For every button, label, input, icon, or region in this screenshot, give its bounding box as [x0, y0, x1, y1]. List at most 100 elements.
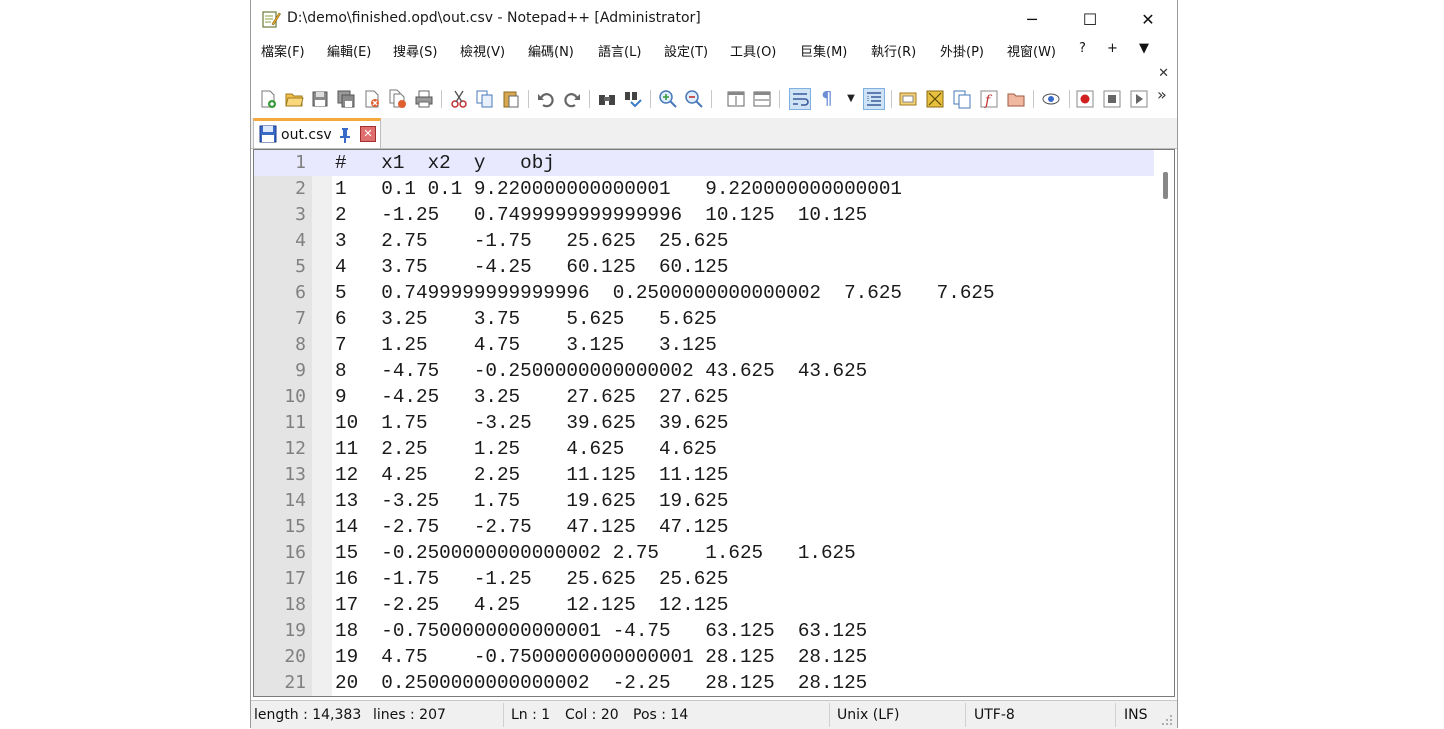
scrollbar-thumb[interactable] [1163, 172, 1168, 199]
show-all-characters-icon[interactable]: ¶ [817, 89, 837, 109]
line-text[interactable]: 9 -4.25 3.25 27.625 27.625 [335, 386, 728, 408]
copy-icon[interactable] [475, 89, 495, 109]
record-macro-icon[interactable] [1075, 89, 1095, 109]
editor[interactable]: 1 # x1 x2 y obj 2 1 0.1 0.1 9.2200000000000… [253, 149, 1175, 697]
editor-line[interactable]: 17 16 -1.75 -1.25 25.625 25.625 [254, 566, 1154, 592]
open-file-icon[interactable] [284, 89, 304, 109]
editor-line[interactable]: 15 14 -2.75 -2.75 47.125 47.125 [254, 514, 1154, 540]
user-language-icon[interactable] [898, 89, 918, 109]
menu-encoding[interactable]: 編碼(N) [528, 41, 574, 60]
line-text[interactable]: 4 3.75 -4.25 60.125 60.125 [335, 256, 728, 278]
close-file-icon[interactable] [362, 89, 382, 109]
line-text[interactable]: 20 0.2500000000000002 -2.25 28.125 28.12… [335, 672, 867, 694]
editor-line[interactable]: 13 12 4.25 2.25 11.125 11.125 [254, 462, 1154, 488]
line-text[interactable]: 11 2.25 1.25 4.625 4.625 [335, 438, 717, 460]
line-text[interactable]: 2 -1.25 0.7499999999999996 10.125 10.125 [335, 204, 867, 226]
line-text[interactable]: 12 4.25 2.25 11.125 11.125 [335, 464, 728, 486]
editor-line[interactable]: 12 11 2.25 1.25 4.625 4.625 [254, 436, 1154, 462]
new-file-icon[interactable] [258, 89, 278, 109]
vertical-scrollbar[interactable] [1156, 150, 1174, 696]
editor-line[interactable]: 18 17 -2.25 4.25 12.125 12.125 [254, 592, 1154, 618]
close-all-icon[interactable] [388, 89, 408, 109]
tab-close-icon[interactable]: ✕ [360, 126, 376, 142]
stop-macro-icon[interactable] [1102, 89, 1122, 109]
maximize-button[interactable]: ☐ [1061, 0, 1119, 38]
menu-edit[interactable]: 編輯(E) [327, 41, 371, 60]
line-text[interactable]: 8 -4.75 -0.2500000000000002 43.625 43.62… [335, 360, 867, 382]
menu-window[interactable]: 視窗(W) [1007, 41, 1056, 60]
editor-line[interactable]: 7 6 3.25 3.75 5.625 5.625 [254, 306, 1154, 332]
editor-line[interactable]: 8 7 1.25 4.75 3.125 3.125 [254, 332, 1154, 358]
editor-line[interactable]: 20 19 4.75 -0.7500000000000001 28.125 28.… [254, 644, 1154, 670]
paste-icon[interactable] [501, 89, 521, 109]
line-text[interactable]: 10 1.75 -3.25 39.625 39.625 [335, 412, 728, 434]
monitoring-eye-icon[interactable] [1041, 89, 1061, 109]
editor-line[interactable]: 2 1 0.1 0.1 9.220000000000001 9.220000000… [254, 176, 1154, 202]
menu-macro[interactable]: 巨集(M) [800, 41, 847, 60]
line-text[interactable]: 3 2.75 -1.75 25.625 25.625 [335, 230, 728, 252]
menu-search[interactable]: 搜尋(S) [393, 41, 437, 60]
editor-line[interactable]: 11 10 1.75 -3.25 39.625 39.625 [254, 410, 1154, 436]
menu-settings[interactable]: 設定(T) [664, 41, 708, 60]
minimize-button[interactable]: ─ [1003, 0, 1061, 38]
menu-tools[interactable]: 工具(O) [730, 41, 776, 60]
sync-vertical-icon[interactable] [726, 89, 746, 109]
menu-plugins[interactable]: 外掛(P) [940, 41, 984, 60]
tab-out-csv[interactable]: out.csv ✕ [253, 118, 381, 148]
play-macro-icon[interactable] [1129, 89, 1149, 109]
status-eol[interactable]: Unix (LF) [837, 707, 900, 723]
line-text[interactable]: 17 -2.25 4.25 12.125 12.125 [335, 594, 728, 616]
editor-line[interactable]: 21 20 0.2500000000000002 -2.25 28.125 28.… [254, 670, 1154, 696]
line-text[interactable]: 6 3.25 3.75 5.625 5.625 [335, 308, 717, 330]
undo-icon[interactable] [536, 89, 556, 109]
editor-line[interactable]: 16 15 -0.2500000000000002 2.75 1.625 1.62… [254, 540, 1154, 566]
text-area[interactable]: 1 # x1 x2 y obj 2 1 0.1 0.1 9.2200000000000… [254, 150, 1154, 696]
status-encoding[interactable]: UTF-8 [974, 707, 1015, 723]
cut-icon[interactable] [449, 89, 469, 109]
menu-view[interactable]: 檢視(V) [460, 41, 505, 60]
sync-horizontal-icon[interactable] [752, 89, 772, 109]
document-map-icon[interactable] [925, 89, 945, 109]
document-list-icon[interactable] [952, 89, 972, 109]
title-bar[interactable]: D:\demo\finished.opd\out.csv - Notepad++… [251, 0, 1177, 38]
menu-language[interactable]: 語言(L) [598, 41, 641, 60]
line-text[interactable]: 5 0.7499999999999996 0.2500000000000002 … [335, 282, 995, 304]
line-text[interactable]: 7 1.25 4.75 3.125 3.125 [335, 334, 717, 356]
line-text[interactable]: 18 -0.7500000000000001 -4.75 63.125 63.1… [335, 620, 867, 642]
word-wrap-icon[interactable] [789, 88, 811, 110]
editor-line[interactable]: 9 8 -4.75 -0.2500000000000002 43.625 43.6… [254, 358, 1154, 384]
toolbar-overflow-icon[interactable]: » [1157, 85, 1177, 105]
editor-line[interactable]: 5 4 3.75 -4.25 60.125 60.125 [254, 254, 1154, 280]
zoom-in-icon[interactable] [658, 89, 678, 109]
line-text[interactable]: 19 4.75 -0.7500000000000001 28.125 28.12… [335, 646, 867, 668]
line-text[interactable]: 15 -0.2500000000000002 2.75 1.625 1.625 [335, 542, 856, 564]
menu-plus[interactable]: + [1107, 41, 1118, 56]
editor-line[interactable]: 6 5 0.7499999999999996 0.2500000000000002… [254, 280, 1154, 306]
line-text[interactable]: 14 -2.75 -2.75 47.125 47.125 [335, 516, 728, 538]
menu-file[interactable]: 檔案(F) [261, 41, 305, 60]
save-all-icon[interactable] [336, 89, 356, 109]
menu-help[interactable]: ? [1079, 41, 1086, 56]
editor-line[interactable]: 10 9 -4.25 3.25 27.625 27.625 [254, 384, 1154, 410]
line-text[interactable]: # x1 x2 y obj [335, 152, 555, 174]
editor-line[interactable]: 19 18 -0.7500000000000001 -4.75 63.125 63… [254, 618, 1154, 644]
resize-grip-icon[interactable] [1161, 714, 1173, 726]
zoom-out-icon[interactable] [684, 89, 704, 109]
save-icon[interactable] [310, 89, 330, 109]
line-text[interactable]: 1 0.1 0.1 9.220000000000001 9.2200000000… [335, 178, 902, 200]
editor-line[interactable]: 1 # x1 x2 y obj [254, 150, 1154, 176]
editor-line[interactable]: 3 2 -1.25 0.7499999999999996 10.125 10.12… [254, 202, 1154, 228]
chevron-down-icon[interactable]: ▼ [841, 89, 861, 109]
redo-icon[interactable] [562, 89, 582, 109]
find-icon[interactable] [597, 89, 617, 109]
folder-workspace-icon[interactable] [1006, 89, 1026, 109]
close-button[interactable]: ✕ [1119, 0, 1177, 38]
editor-line[interactable]: 14 13 -3.25 1.75 19.625 19.625 [254, 488, 1154, 514]
indent-guide-icon[interactable] [863, 88, 885, 110]
menu-run[interactable]: 執行(R) [871, 41, 916, 60]
menu-dropdown[interactable]: ▼ [1139, 41, 1149, 56]
line-text[interactable]: 16 -1.75 -1.25 25.625 25.625 [335, 568, 728, 590]
close-document-icon[interactable]: ✕ [1158, 66, 1169, 81]
replace-icon[interactable] [623, 89, 643, 109]
pin-icon[interactable] [338, 127, 352, 143]
